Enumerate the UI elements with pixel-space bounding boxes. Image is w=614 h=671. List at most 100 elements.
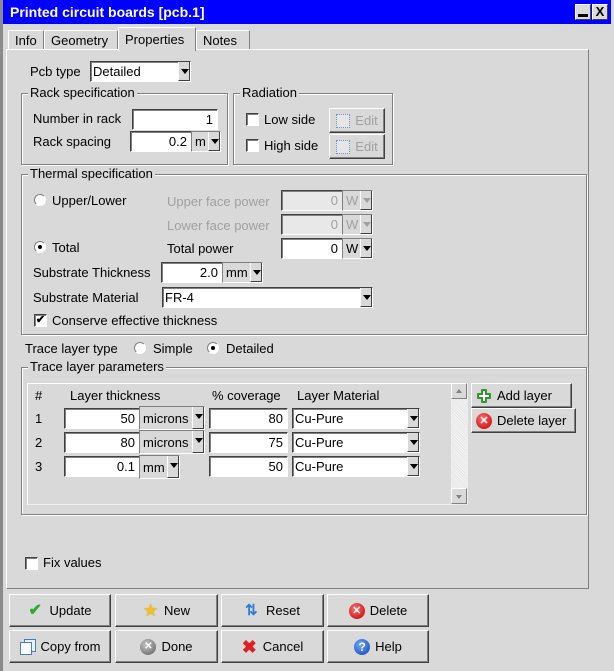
header-num: # — [35, 388, 43, 403]
coverage-input[interactable]: 75 — [209, 432, 288, 453]
tab-properties[interactable]: Properties — [118, 27, 196, 51]
pcb-type-value: Detailed — [93, 64, 141, 79]
title-bar: Printed circuit boards [pcb.1] X — [3, 0, 611, 24]
high-side-checkbox[interactable] — [246, 139, 259, 152]
header-layer-thickness: Layer thickness — [70, 388, 161, 403]
rack-spacing-input[interactable]: 0.2 — [130, 131, 192, 152]
tab-notes[interactable]: Notes — [196, 30, 250, 50]
total-power-unit-select[interactable]: W — [342, 238, 373, 259]
done-button[interactable]: ✕ Done — [115, 630, 218, 663]
conserve-thickness-checkbox[interactable]: ✔ — [34, 314, 47, 327]
button-label: Update — [49, 603, 92, 618]
lower-face-power-input[interactable]: 0 — [281, 214, 343, 235]
coverage-input[interactable]: 50 — [209, 456, 288, 477]
total-radio[interactable] — [34, 241, 46, 253]
chevron-down-icon — [360, 215, 372, 234]
add-icon — [476, 388, 492, 404]
group-label: Trace layer parameters — [28, 359, 166, 374]
done-icon: ✕ — [140, 638, 157, 655]
group-label: Thermal specification — [28, 166, 155, 181]
layer-material-value: Cu-Pure — [295, 459, 344, 474]
unit-value: mm — [226, 265, 248, 280]
checkmark-icon: ✔ — [35, 314, 46, 326]
substrate-material-label: Substrate Material — [33, 290, 139, 305]
layer-thickness-input[interactable]: 0.1 — [64, 456, 140, 477]
row-num: 3 — [35, 459, 43, 474]
layer-thickness-input[interactable]: 80 — [64, 432, 140, 453]
layer-material-select[interactable]: Cu-Pure — [292, 456, 420, 477]
detailed-radio[interactable] — [207, 342, 219, 354]
minimize-button[interactable] — [575, 4, 591, 20]
check-icon: ✔ — [28, 601, 42, 619]
button-label: Cancel — [262, 639, 304, 654]
reset-button[interactable]: ⇅ Reset — [221, 594, 324, 627]
high-side-edit-button[interactable]: Edit — [329, 134, 385, 159]
button-label: Add layer — [497, 388, 552, 403]
scroll-up-button[interactable] — [451, 383, 467, 399]
tab-label: Geometry — [51, 33, 109, 48]
simple-radio[interactable] — [134, 342, 146, 354]
substrate-thickness-input[interactable]: 2.0 — [161, 262, 223, 283]
chevron-down-icon — [178, 62, 190, 81]
conserve-thickness-label: Conserve effective thickness — [52, 313, 218, 328]
button-label: New — [163, 603, 190, 618]
fix-values-checkbox[interactable] — [25, 557, 38, 570]
arrow-down-icon — [456, 495, 462, 499]
minimize-icon — [578, 14, 588, 17]
chevron-down-icon — [192, 407, 204, 429]
number-in-rack-input[interactable]: 1 — [132, 109, 218, 130]
tab-geometry[interactable]: Geometry — [44, 30, 118, 50]
chevron-down-icon — [407, 457, 419, 476]
total-power-label: Total power — [167, 241, 234, 256]
close-button[interactable]: X — [592, 4, 608, 20]
upper-face-power-unit-select[interactable]: W — [342, 190, 373, 211]
total-power-input[interactable]: 0 — [281, 238, 343, 259]
coverage-input[interactable]: 80 — [209, 408, 288, 429]
layer-material-select[interactable]: Cu-Pure — [292, 408, 420, 429]
low-side-edit-button[interactable]: Edit — [329, 108, 385, 133]
pcb-type-label: Pcb type — [30, 64, 81, 79]
layer-thickness-unit-select[interactable]: microns — [139, 406, 205, 430]
tab-info[interactable]: Info — [8, 30, 44, 50]
layer-thickness-input[interactable]: 50 — [64, 408, 140, 429]
scroll-down-button[interactable] — [451, 488, 467, 504]
fix-values-label: Fix values — [43, 555, 102, 570]
lower-face-power-unit-select[interactable]: W — [342, 214, 373, 235]
header-coverage: % coverage — [212, 388, 281, 403]
substrate-material-select[interactable]: FR-4 — [162, 287, 373, 308]
rack-spacing-unit-select[interactable]: m — [191, 131, 221, 152]
row-num: 2 — [35, 435, 43, 450]
chevron-down-icon — [360, 288, 372, 307]
update-button[interactable]: ✔ Update — [9, 594, 111, 627]
layer-thickness-unit-select[interactable]: microns — [139, 430, 205, 454]
layer-thickness-unit-select[interactable]: mm — [139, 455, 180, 479]
substrate-thickness-unit-select[interactable]: mm — [222, 262, 263, 283]
trace-list-scrollbar[interactable] — [451, 383, 468, 505]
substrate-thickness-label: Substrate Thickness — [33, 265, 151, 280]
upper-lower-radio[interactable] — [34, 194, 46, 206]
cancel-button[interactable]: ✖ Cancel — [221, 630, 324, 663]
edit-icon — [336, 139, 351, 154]
refresh-icon: ⇅ — [245, 601, 258, 619]
low-side-checkbox[interactable] — [246, 113, 259, 126]
pcb-type-select[interactable]: Detailed — [90, 61, 191, 82]
button-label: Done — [161, 639, 193, 654]
simple-label: Simple — [153, 341, 193, 356]
copy-from-button[interactable]: Copy from — [9, 630, 111, 663]
new-button[interactable]: ★ New — [115, 594, 218, 627]
button-label: Edit — [355, 113, 378, 128]
upper-lower-label: Upper/Lower — [52, 193, 127, 208]
chevron-down-icon — [208, 132, 220, 151]
help-icon: ? — [354, 638, 371, 655]
delete-button[interactable]: ✕ Delete — [327, 594, 429, 627]
add-layer-button[interactable]: Add layer — [471, 383, 572, 408]
unit-value: m — [195, 134, 206, 149]
delete-layer-button[interactable]: ✕ Delete layer — [471, 408, 576, 433]
help-button[interactable]: ? Help — [327, 630, 429, 663]
chevron-down-icon — [250, 263, 262, 282]
layer-material-value: Cu-Pure — [295, 435, 344, 450]
high-side-label: High side — [264, 138, 319, 153]
unit-value: W — [346, 193, 359, 208]
upper-face-power-input[interactable]: 0 — [281, 190, 343, 211]
layer-material-select[interactable]: Cu-Pure — [292, 432, 420, 453]
